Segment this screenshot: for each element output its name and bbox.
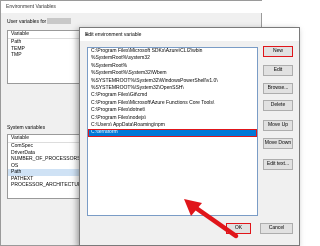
column-header-variable[interactable]: Variable [8, 135, 79, 143]
move-down-button[interactable]: Move Down [263, 138, 293, 149]
path-entry[interactable]: C:\Users\ AppData\Roaming\npm [88, 122, 257, 129]
system-variables-label: System variables [7, 125, 46, 131]
edit-text-button[interactable]: Edit text... [263, 159, 293, 170]
close-icon[interactable]: ✕ [85, 32, 293, 38]
path-entries-list[interactable]: C:\Program Files\Microsoft SDKs\Azure\CL… [87, 47, 258, 216]
new-button[interactable]: New [263, 46, 293, 57]
path-entry[interactable]: C:\Program Files\Microsoft\Azure Functio… [88, 100, 257, 107]
column-header-variable[interactable]: Variable [8, 31, 79, 39]
path-entry[interactable]: %SYSTEMROOT%\System32\OpenSSH\ [88, 85, 257, 92]
move-up-button[interactable]: Move Up [263, 120, 293, 131]
path-entry[interactable]: %SystemRoot% [88, 63, 257, 70]
edit-environment-variable-dialog: Edit environment variable ✕ C:\Program F… [79, 27, 300, 246]
dialog-title-bar: Edit environment variable ✕ [80, 28, 299, 41]
path-entry[interactable]: %SystemRoot%\System32\Wbem [88, 70, 257, 77]
browse-button[interactable]: Browse... [263, 83, 293, 94]
user-variables-label: User variables for [7, 19, 47, 25]
path-entry[interactable]: C:\Program Files\nodejs\ [88, 115, 257, 122]
path-entry[interactable]: C:\Program Files\dotnet\ [88, 107, 257, 114]
list-item[interactable]: TMP [8, 52, 79, 59]
user-variables-list[interactable]: Variable Path TEMP TMP [7, 30, 80, 84]
edit-button[interactable]: Edit [263, 65, 293, 76]
path-entry-selected[interactable]: C:\terraform [88, 129, 257, 137]
path-entry[interactable]: C:\Program Files\Microsoft SDKs\Azure\CL… [88, 48, 257, 55]
system-variables-list[interactable]: Variable ComSpec DriverData NUMBER_OF_PR… [7, 134, 80, 199]
ok-button[interactable]: OK [226, 223, 251, 234]
path-entry[interactable]: %SystemRoot%\system32 [88, 55, 257, 62]
redacted-username [47, 18, 71, 24]
path-entry[interactable]: %SYSTEMROOT%\System32\WindowsPowerShell\… [88, 78, 257, 85]
list-item[interactable]: PROCESSOR_ARCHITECTURE [8, 182, 79, 189]
window-title: Environment Variables [6, 4, 56, 10]
cancel-button[interactable]: Cancel [260, 223, 293, 234]
list-item[interactable]: NUMBER_OF_PROCESSORS [8, 156, 79, 163]
window-title-bar: Environment Variables [1, 1, 263, 13]
delete-button[interactable]: Delete [263, 100, 293, 111]
path-entry[interactable]: C:\Program Files\Git\cmd [88, 92, 257, 99]
